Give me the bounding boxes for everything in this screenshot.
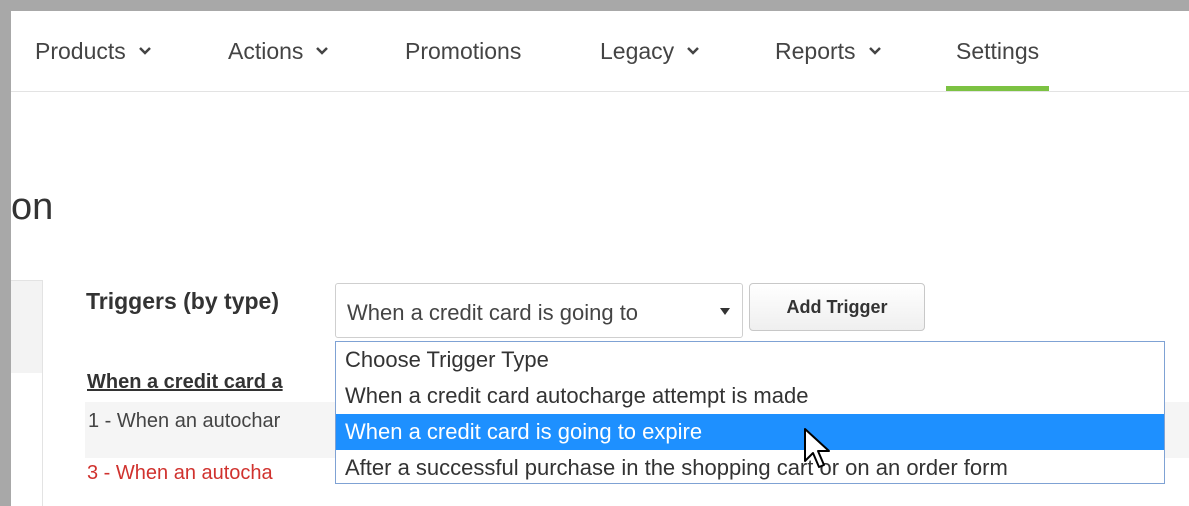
trigger-row-text-warning[interactable]: 3 - When an autocha [87,462,273,485]
nav-item-products[interactable]: Products [35,11,156,91]
nav-item-label: Actions [228,38,304,64]
main-nav: Products Actions Promotions Legacy Repor… [11,11,1189,92]
chevron-down-icon [138,47,151,55]
dropdown-option-successful-purchase[interactable]: After a successful purchase in the shopp… [336,450,1164,486]
trigger-type-select-value: When a credit card is going to [347,300,639,325]
window-top-border [0,0,1189,11]
trigger-section-heading: When a credit card a [87,371,283,393]
window-left-border [0,0,11,506]
triggers-label: Triggers (by type) [86,288,279,314]
trigger-row-text[interactable]: 1 - When an autochar [88,410,280,433]
nav-item-label: Promotions [405,38,522,64]
nav-item-actions[interactable]: Actions [228,11,333,91]
trigger-type-select[interactable]: When a credit card is going to [335,283,743,338]
dropdown-option-choose[interactable]: Choose Trigger Type [336,342,1164,378]
add-trigger-button[interactable]: Add Trigger [749,283,925,331]
side-panel [11,280,43,506]
nav-item-settings[interactable]: Settings [945,11,1050,91]
nav-item-label: Reports [775,38,856,64]
chevron-down-icon [316,47,329,55]
trigger-type-dropdown-list: Choose Trigger Type When a credit card a… [335,341,1165,484]
mouse-pointer-icon [804,428,830,468]
page-title: on [11,186,54,228]
nav-item-label: Settings [956,38,1040,64]
dropdown-option-card-expire[interactable]: When a credit card is going to expire [336,414,1164,450]
nav-item-promotions[interactable]: Promotions [405,11,521,91]
nav-item-legacy[interactable]: Legacy [600,11,704,91]
nav-item-reports[interactable]: Reports [775,11,886,91]
nav-item-label: Products [35,38,126,64]
chevron-down-icon [687,47,700,55]
dropdown-option-autocharge-attempt[interactable]: When a credit card autocharge attempt is… [336,378,1164,414]
side-panel-header [11,280,42,373]
chevron-down-icon [868,47,881,55]
nav-item-label: Legacy [600,38,675,64]
dropdown-arrow-icon [720,308,730,315]
